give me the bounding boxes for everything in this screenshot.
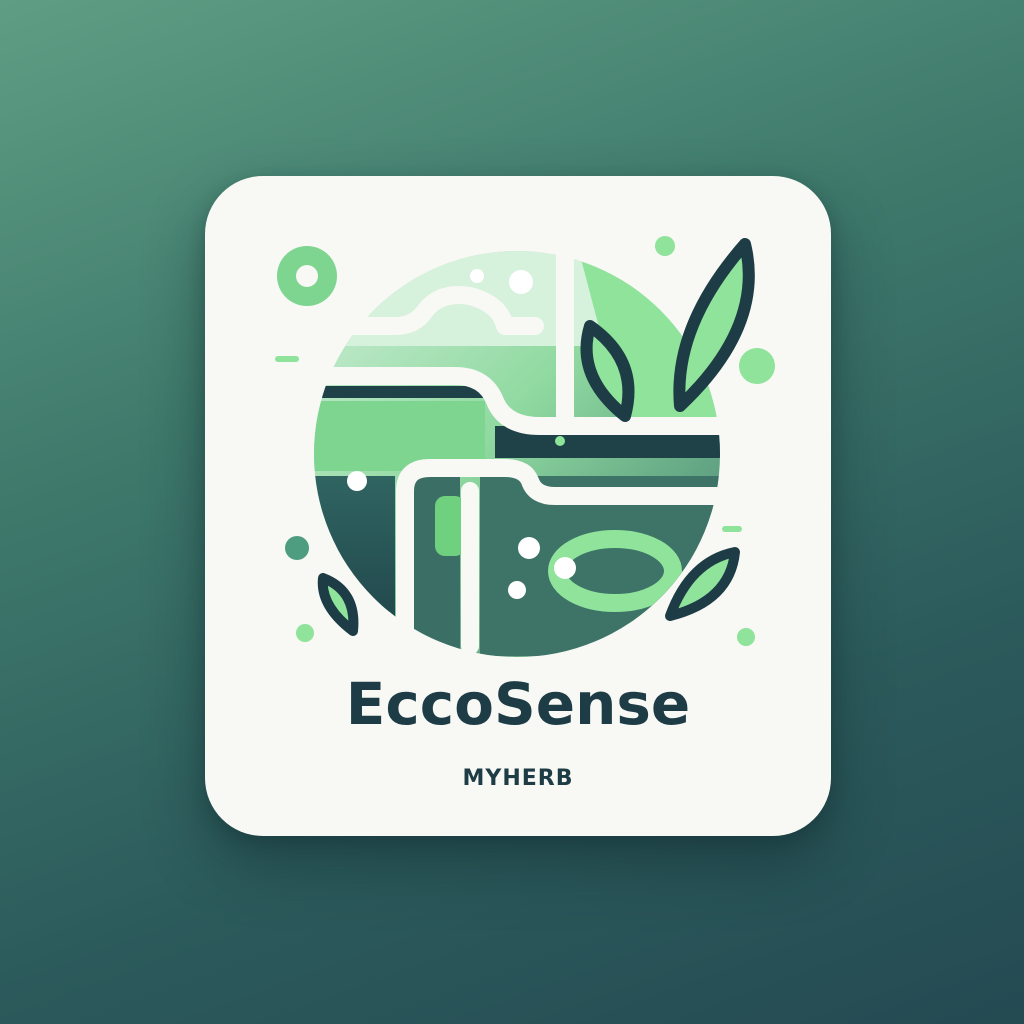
dot-icon	[296, 624, 314, 642]
brand-name: EccoSense	[345, 670, 691, 738]
dot-icon	[739, 348, 775, 384]
dash-icon	[275, 356, 299, 362]
app-icon-tile: EccoSense MYHERB	[205, 176, 831, 836]
brand-tagline: MYHERB	[462, 766, 574, 791]
dot-icon	[655, 236, 675, 256]
dash-icon	[722, 526, 742, 532]
globe-leaves-emblem	[275, 236, 775, 657]
globe-icon	[296, 237, 734, 657]
dot-icon	[737, 628, 755, 646]
dot-icon	[285, 536, 309, 560]
ring-icon	[277, 246, 337, 306]
leaf-icon	[317, 573, 359, 636]
